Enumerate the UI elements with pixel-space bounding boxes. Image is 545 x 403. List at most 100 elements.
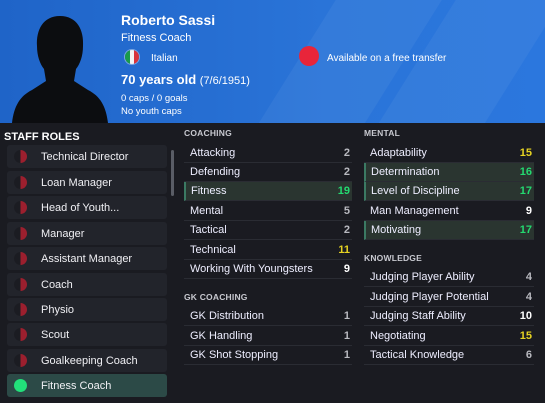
- mental-heading: MENTAL: [364, 128, 400, 138]
- attribute-value: 16: [519, 166, 532, 178]
- attribute-value: 6: [525, 349, 532, 361]
- staff-name: Roberto Sassi: [121, 12, 216, 28]
- attribute-value: 9: [343, 263, 350, 275]
- role-label: Technical Director: [41, 150, 129, 163]
- attribute-row: Man Management 9: [364, 202, 534, 221]
- attribute-value: 2: [343, 147, 350, 159]
- attribute-row: Working With Youngsters 9: [184, 260, 352, 279]
- attribute-value: 1: [343, 330, 350, 342]
- attribute-label: Judging Player Potential: [370, 291, 489, 303]
- attribute-value: 4: [525, 271, 532, 283]
- attribute-label: Technical: [190, 244, 236, 256]
- attribute-value: 19: [337, 185, 350, 197]
- role-label: Coach: [41, 278, 73, 291]
- role-indicator-icon: [14, 176, 27, 189]
- attribute-row: Negotiating 15: [364, 327, 534, 346]
- role-label: Fitness Coach: [41, 379, 112, 392]
- attribute-label: GK Shot Stopping: [190, 349, 279, 361]
- attribute-row: GK Distribution 1: [184, 307, 352, 326]
- role-indicator-icon: [14, 252, 27, 265]
- attribute-value: 5: [343, 205, 350, 217]
- attribute-label: GK Distribution: [190, 310, 264, 322]
- role-indicator-icon: [14, 278, 27, 291]
- attribute-value: 2: [343, 224, 350, 236]
- attribute-row: Attacking 2: [184, 144, 352, 163]
- role-indicator-icon: [14, 328, 27, 341]
- attribute-row-highlighted: Level of Discipline 17: [364, 182, 534, 201]
- transfer-status-dot-icon: [299, 46, 319, 66]
- coaching-heading: COACHING: [184, 128, 232, 138]
- attribute-row: GK Shot Stopping 1: [184, 346, 352, 365]
- attribute-label: Working With Youngsters: [190, 263, 313, 275]
- attribute-label: Adaptability: [370, 147, 427, 159]
- youth-caps: No youth caps: [121, 106, 182, 117]
- attribute-label: Mental: [190, 205, 224, 217]
- attribute-value: 2: [343, 166, 350, 178]
- role-item-loan-manager[interactable]: Loan Manager: [7, 171, 167, 194]
- attribute-row-highlighted: Motivating 17: [364, 221, 534, 240]
- role-item-technical-director[interactable]: Technical Director: [7, 145, 167, 168]
- attribute-label: Fitness: [191, 185, 227, 197]
- date-of-birth: (7/6/1951): [199, 75, 250, 87]
- attribute-value: 17: [519, 224, 532, 236]
- role-item-assistant-manager[interactable]: Assistant Manager: [7, 247, 167, 270]
- attribute-value: 15: [519, 330, 532, 342]
- attribute-row: Judging Player Ability 4: [364, 268, 534, 287]
- transfer-status[interactable]: Available on a free transfer: [327, 53, 446, 64]
- attribute-label: Tactical: [190, 224, 227, 236]
- attribute-value: 1: [343, 349, 350, 361]
- role-indicator-icon: [14, 150, 27, 163]
- attribute-row: Tactical 2: [184, 221, 352, 240]
- attribute-row: Mental 5: [184, 202, 352, 221]
- role-label: Physio: [41, 303, 75, 316]
- knowledge-heading: KNOWLEDGE: [364, 253, 422, 263]
- italy-flag-icon: [124, 49, 140, 65]
- attribute-row: GK Handling 1: [184, 327, 352, 346]
- attribute-row-highlighted: Fitness 19: [184, 182, 352, 201]
- attribute-label: Judging Staff Ability: [370, 310, 466, 322]
- attribute-value: 11: [338, 244, 350, 256]
- gk-coaching-heading: GK COACHING: [184, 292, 248, 302]
- role-item-scout[interactable]: Scout: [7, 323, 167, 346]
- role-item-physio[interactable]: Physio: [7, 298, 167, 321]
- role-item-goalkeeping-coach[interactable]: Goalkeeping Coach: [7, 349, 167, 372]
- role-item-head-of-youth[interactable]: Head of Youth...: [7, 196, 167, 219]
- staff-age: 70 years old (7/6/1951): [121, 72, 250, 87]
- attribute-row: Defending 2: [184, 163, 352, 182]
- attribute-value: 15: [519, 147, 532, 159]
- attribute-row: Technical 11: [184, 241, 352, 260]
- attribute-label: Motivating: [371, 224, 422, 236]
- role-indicator-icon: [14, 379, 27, 392]
- attribute-label: Tactical Knowledge: [370, 349, 465, 361]
- international-caps: 0 caps / 0 goals: [121, 93, 188, 104]
- role-indicator-icon: [14, 201, 27, 214]
- attribute-value: 10: [519, 310, 532, 322]
- role-label: Manager: [41, 227, 85, 240]
- attribute-row-highlighted: Determination 16: [364, 163, 534, 182]
- attribute-label: Level of Discipline: [371, 185, 460, 197]
- attribute-label: Negotiating: [370, 330, 426, 342]
- attribute-value: 9: [525, 205, 532, 217]
- attribute-value: 4: [525, 291, 532, 303]
- role-label: Head of Youth...: [41, 201, 120, 214]
- role-indicator-icon: [14, 354, 27, 367]
- attribute-label: Judging Player Ability: [370, 271, 475, 283]
- attribute-value: 1: [343, 310, 350, 322]
- attribute-label: Determination: [371, 166, 440, 178]
- role-label: Scout: [41, 328, 70, 341]
- role-label: Goalkeeping Coach: [41, 354, 138, 367]
- role-item-manager[interactable]: Manager: [7, 222, 167, 245]
- staff-roles-heading: STAFF ROLES: [4, 131, 80, 143]
- attribute-row: Tactical Knowledge 6: [364, 346, 534, 365]
- attribute-label: Attacking: [190, 147, 236, 159]
- role-indicator-icon: [14, 303, 27, 316]
- age-text: 70 years old: [121, 72, 197, 87]
- role-item-fitness-coach[interactable]: Fitness Coach: [7, 374, 167, 397]
- nationality: Italian: [151, 53, 178, 64]
- attribute-label: Man Management: [370, 205, 459, 217]
- role-item-coach[interactable]: Coach: [7, 273, 167, 296]
- attribute-value: 17: [519, 185, 532, 197]
- attribute-label: Defending: [190, 166, 241, 178]
- staff-header: Roberto Sassi Fitness Coach Italian Avai…: [0, 0, 545, 123]
- roles-scrollbar[interactable]: [171, 150, 174, 196]
